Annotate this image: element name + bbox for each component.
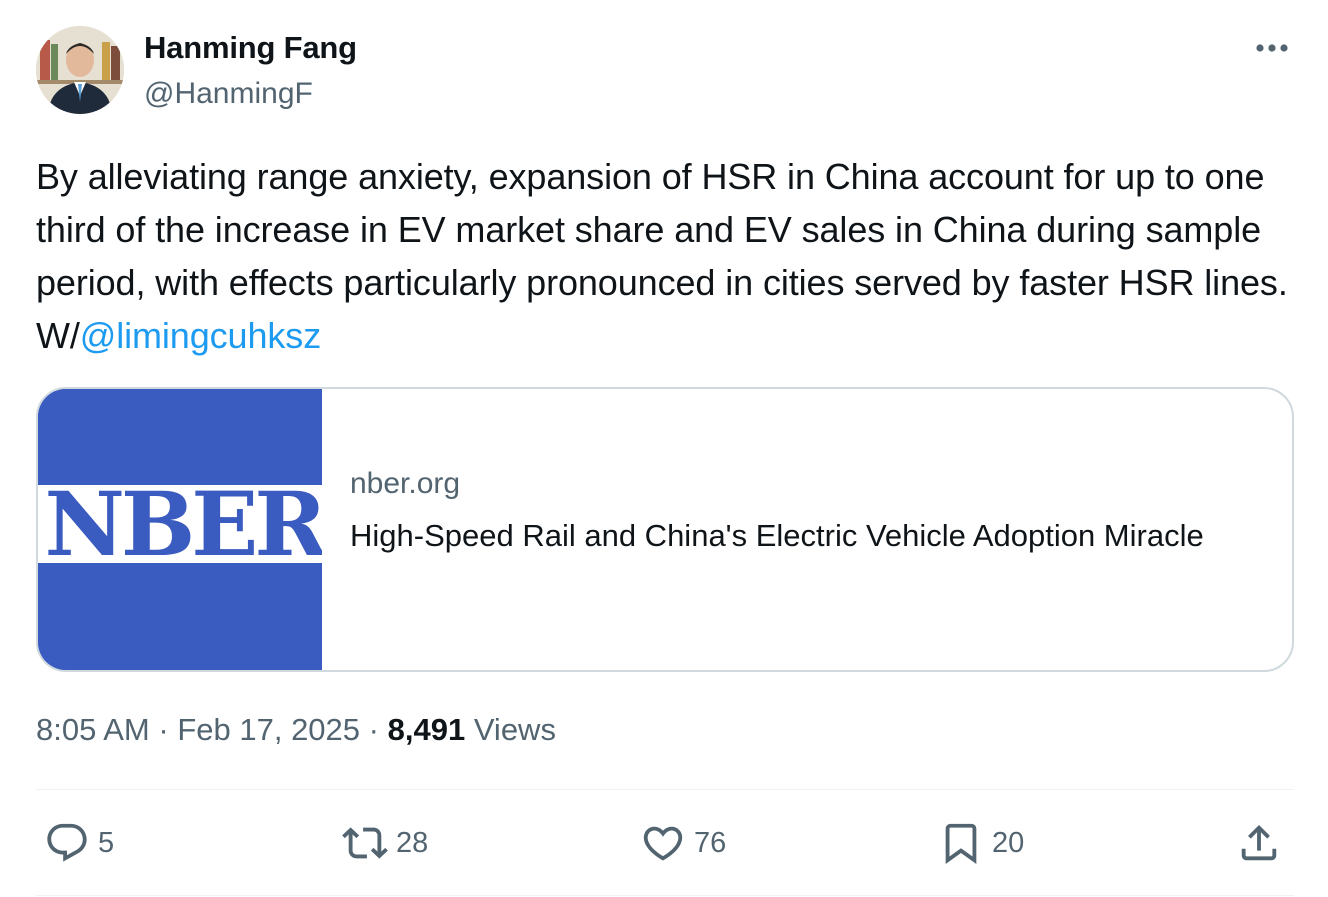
repost-icon	[342, 827, 388, 859]
author-display-name[interactable]: Hanming Fang	[144, 30, 357, 66]
reply-icon	[47, 823, 87, 862]
card-image: NBER	[38, 389, 322, 670]
bookmark-count: 20	[992, 826, 1025, 859]
card-domain: nber.org	[350, 467, 461, 500]
divider	[36, 895, 1294, 896]
bookmark-button[interactable]: 20	[938, 818, 1024, 868]
avatar[interactable]	[36, 26, 124, 114]
more-horizontal-icon	[1256, 44, 1288, 52]
tweet-text: By alleviating range anxiety, expansion …	[36, 150, 1298, 362]
tweet-time[interactable]: 8:05 AM	[36, 712, 150, 747]
divider	[36, 789, 1294, 790]
tweet-meta: 8:05 AM · Feb 17, 2025 · 8,491 Views	[36, 712, 556, 748]
share-button[interactable]	[1236, 818, 1282, 868]
card-title: High-Speed Rail and China's Electric Veh…	[350, 518, 1204, 553]
link-preview-card[interactable]: NBER nber.org High-Speed Rail and China'…	[36, 387, 1294, 672]
repost-count: 28	[396, 826, 429, 859]
reply-button[interactable]: 5	[44, 818, 114, 868]
nber-logo: NBER	[38, 389, 322, 670]
share-icon	[1241, 824, 1277, 861]
nber-logo-text: NBER	[44, 472, 322, 576]
more-options-button[interactable]	[1250, 32, 1294, 64]
meta-separator: ·	[158, 712, 169, 747]
avatar-photo	[36, 26, 124, 114]
bookmark-icon	[945, 823, 977, 864]
views-label: Views	[473, 712, 556, 747]
mention-link[interactable]: @limingcuhksz	[80, 315, 321, 356]
reply-count: 5	[98, 826, 115, 859]
like-count: 76	[694, 826, 727, 859]
author-handle[interactable]: @HanmingF	[144, 77, 313, 111]
meta-separator: ·	[368, 712, 379, 747]
repost-button[interactable]: 28	[342, 818, 428, 868]
heart-icon	[643, 826, 683, 861]
tweet-date[interactable]: Feb 17, 2025	[177, 712, 360, 747]
views-count: 8,491	[387, 712, 466, 747]
like-button[interactable]: 76	[640, 818, 726, 868]
